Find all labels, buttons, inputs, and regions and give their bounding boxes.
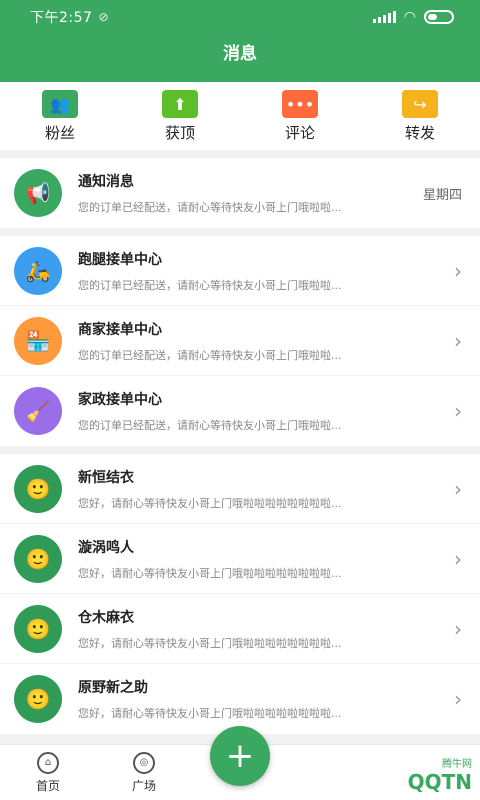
item-title: 新恒结衣 — [78, 469, 134, 486]
user-avatar-icon: 🙂 — [14, 675, 62, 723]
list-item-housekeeping[interactable]: 🧹 家政接单中心 您的订单已经配送，请耐心等待快友小哥上门哦啦啦... › — [0, 376, 480, 446]
action-fans[interactable]: 👥 粉丝 — [20, 90, 100, 150]
signal-icon — [372, 11, 396, 23]
chat-list: 🙂 新恒结衣 您好，请耐心等待快友小哥上门哦啦啦啦啦啦啦啦啦... › 🙂 漩涡… — [0, 454, 480, 734]
upvote-icon: ⬆ — [162, 90, 198, 118]
housekeeping-icon: 🧹 — [14, 387, 62, 435]
list-item-chat[interactable]: 🙂 新恒结衣 您好，请耐心等待快友小哥上门哦啦啦啦啦啦啦啦啦... › — [0, 454, 480, 524]
user-avatar-icon: 🙂 — [14, 464, 62, 513]
page-title: 消息 — [223, 44, 257, 64]
chevron-right-icon: › — [454, 546, 462, 571]
action-label: 粉丝 — [44, 124, 75, 142]
status-bar: 下午2:57 ⊘ ◠ — [0, 0, 480, 34]
wifi-icon: ◠ — [403, 9, 416, 25]
chevron-right-icon: › — [454, 399, 462, 423]
item-title: 跑腿接单中心 — [78, 251, 162, 268]
comment-icon: ••• — [282, 90, 318, 118]
mute-icon: ⊘ — [98, 10, 109, 24]
tab-label: 广场 — [131, 778, 156, 793]
item-preview: 您的订单已经配送，请耐心等待快友小哥上门哦啦啦... — [78, 348, 342, 362]
item-preview: 您好，请耐心等待快友小哥上门哦啦啦啦啦啦啦啦啦... — [78, 707, 342, 720]
system-list: 📢 通知消息 您的订单已经配送，请耐心等待快友小哥上门哦啦啦... 星期四 — [0, 158, 480, 228]
chevron-right-icon: › — [454, 328, 462, 353]
watermark: 腾牛网 QQTN — [407, 759, 472, 794]
fans-icon: 👥 — [42, 90, 78, 118]
chevron-right-icon: › — [454, 476, 462, 501]
header-bar: 下午2:57 ⊘ ◠ 消息 — [0, 0, 480, 82]
item-title: 通知消息 — [78, 174, 134, 190]
action-forward[interactable]: ↪ 转发 — [380, 90, 460, 150]
item-title: 仓木麻衣 — [78, 609, 134, 626]
action-label: 评论 — [284, 124, 315, 142]
list-item-notice[interactable]: 📢 通知消息 您的订单已经配送，请耐心等待快友小哥上门哦啦啦... 星期四 — [0, 158, 480, 228]
chevron-right-icon: › — [454, 687, 462, 711]
tab-home[interactable]: ⌂ 首页 — [0, 745, 96, 800]
item-title: 原野新之助 — [78, 680, 148, 696]
home-icon: ⌂ — [37, 751, 59, 774]
chevron-right-icon: › — [454, 258, 462, 283]
list-item-errand[interactable]: 🛵 跑腿接单中心 您的订单已经配送，请耐心等待快友小哥上门哦啦啦... › — [0, 236, 480, 306]
list-item-chat[interactable]: 🙂 漩涡鸣人 您好，请耐心等待快友小哥上门哦啦啦啦啦啦啦啦啦... › — [0, 524, 480, 594]
list-item-chat[interactable]: 🙂 原野新之助 您好，请耐心等待快友小哥上门哦啦啦啦啦啦啦啦啦... › — [0, 664, 480, 734]
battery-icon — [424, 10, 454, 24]
status-time: 下午2:57 — [30, 10, 93, 26]
item-preview: 您的订单已经配送，请耐心等待快友小哥上门哦啦啦... — [78, 201, 342, 214]
item-time: 星期四 — [422, 187, 462, 203]
shop-icon: 🏪 — [14, 316, 62, 365]
forward-icon: ↪ — [402, 90, 438, 118]
item-preview: 您的订单已经配送，请耐心等待快友小哥上门哦啦啦... — [78, 278, 342, 292]
user-avatar-icon: 🙂 — [14, 604, 62, 653]
action-upvote[interactable]: ⬆ 获顶 — [140, 90, 220, 150]
chevron-right-icon: › — [454, 616, 462, 641]
plaza-icon: ◎ — [133, 751, 155, 774]
action-label: 转发 — [404, 124, 435, 142]
tab-plaza[interactable]: ◎ 广场 — [96, 745, 192, 800]
action-label: 获顶 — [164, 124, 195, 142]
list-item-chat[interactable]: 🙂 仓木麻衣 您好，请耐心等待快友小哥上门哦啦啦啦啦啦啦啦啦... › — [0, 594, 480, 664]
center-list: 🛵 跑腿接单中心 您的订单已经配送，请耐心等待快友小哥上门哦啦啦... › 🏪 … — [0, 236, 480, 446]
scooter-icon: 🛵 — [14, 246, 62, 295]
item-preview: 您好，请耐心等待快友小哥上门哦啦啦啦啦啦啦啦啦... — [78, 496, 342, 510]
list-item-merchant[interactable]: 🏪 商家接单中心 您的订单已经配送，请耐心等待快友小哥上门哦啦啦... › — [0, 306, 480, 376]
tab-label: 首页 — [35, 778, 60, 793]
item-title: 漩涡鸣人 — [78, 539, 134, 556]
action-comment[interactable]: ••• 评论 — [260, 90, 340, 150]
quick-actions: 👥 粉丝 ⬆ 获顶 ••• 评论 ↪ 转发 — [0, 82, 480, 150]
user-avatar-icon: 🙂 — [14, 534, 62, 583]
item-title: 商家接单中心 — [78, 321, 162, 338]
item-title: 家政接单中心 — [78, 392, 162, 408]
item-preview: 您好，请耐心等待快友小哥上门哦啦啦啦啦啦啦啦啦... — [78, 636, 342, 650]
add-button[interactable]: + — [210, 726, 270, 786]
item-preview: 您的订单已经配送，请耐心等待快友小哥上门哦啦啦... — [78, 419, 342, 432]
megaphone-icon: 📢 — [14, 169, 62, 217]
item-preview: 您好，请耐心等待快友小哥上门哦啦啦啦啦啦啦啦啦... — [78, 566, 342, 580]
